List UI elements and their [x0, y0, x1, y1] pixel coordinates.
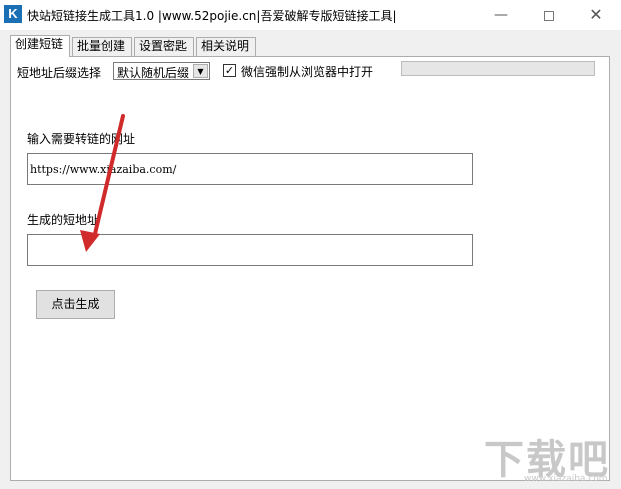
tab-create-short-link[interactable]: 创建短链	[10, 35, 70, 57]
url-input-label: 输入需要转链的网址	[27, 132, 136, 146]
progress-bar	[401, 61, 595, 76]
chevron-down-icon[interactable]: ▼	[193, 64, 208, 78]
tab-about[interactable]: 相关说明	[196, 37, 256, 56]
wechat-browser-checkbox[interactable]: ✓	[223, 64, 236, 77]
minimize-button[interactable]: —	[478, 0, 524, 30]
url-input[interactable]	[28, 154, 472, 184]
watermark-url: www.xiazaiba.com	[524, 474, 608, 484]
url-textbox[interactable]	[27, 153, 473, 185]
suffix-select-value: 默认随机后缀	[117, 66, 190, 80]
short-url-output[interactable]	[28, 235, 472, 265]
window-title: 快站短链接生成工具1.0 |www.52pojie.cn|吾爱破解专版短链接工具…	[27, 9, 397, 23]
maximize-button[interactable]	[526, 0, 572, 30]
tab-set-key[interactable]: 设置密匙	[134, 37, 194, 56]
suffix-label: 短地址后缀选择	[17, 66, 102, 80]
title-bar: K 快站短链接生成工具1.0 |www.52pojie.cn|吾爱破解专版短链接…	[0, 0, 621, 30]
wechat-browser-label[interactable]: 微信强制从浏览器中打开	[241, 63, 373, 80]
generate-button[interactable]: 点击生成	[36, 290, 115, 319]
tab-batch-create[interactable]: 批量创建	[72, 37, 132, 56]
suffix-select[interactable]: 默认随机后缀 ▼	[113, 62, 210, 80]
client-area: 创建短链 批量创建 设置密匙 相关说明 短地址后缀选择 默认随机后缀 ▼ ✓ 微…	[0, 30, 621, 489]
tab-panel: 短地址后缀选择 默认随机后缀 ▼ ✓ 微信强制从浏览器中打开 输入需要转链的网址…	[10, 56, 610, 481]
close-button[interactable]: ✕	[573, 0, 619, 30]
short-url-textbox[interactable]	[27, 234, 473, 266]
app-icon: K	[4, 5, 22, 23]
short-url-label: 生成的短地址	[27, 213, 100, 227]
maximize-icon	[544, 10, 554, 21]
